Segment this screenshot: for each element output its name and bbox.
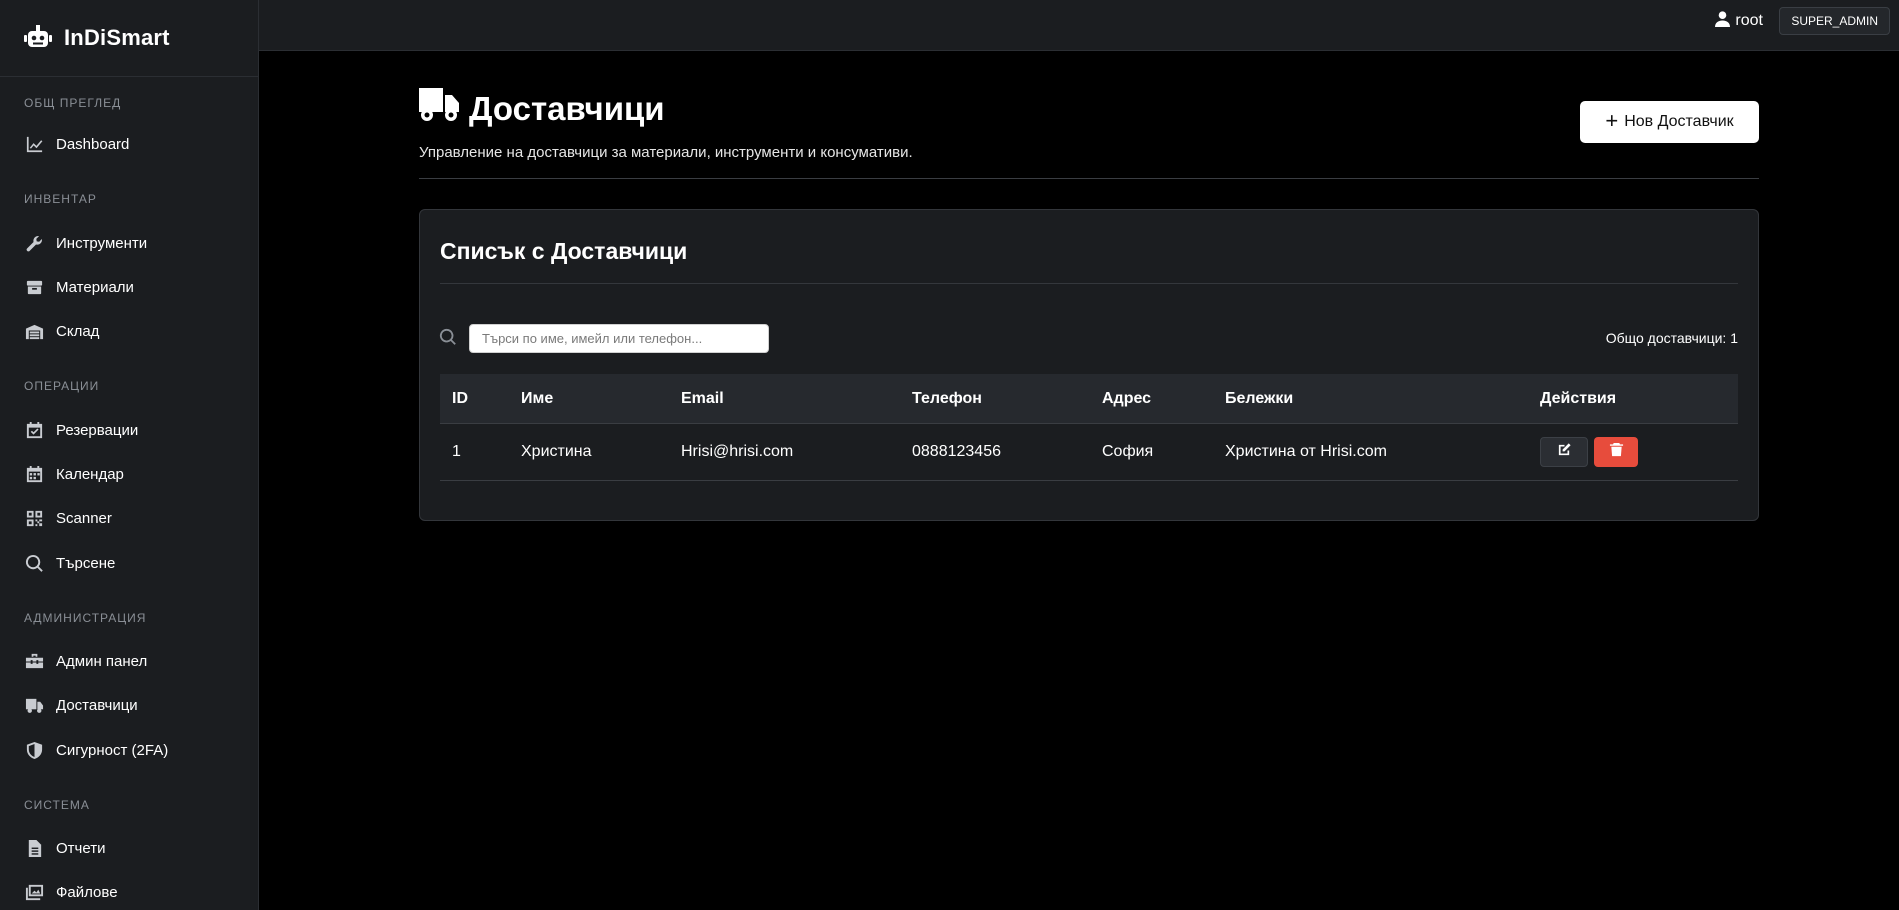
suppliers-card: Списък с Доставчици Общо доставчици: 1 I… <box>419 209 1759 521</box>
sidebar-item-reports[interactable]: Отчети <box>0 828 258 868</box>
sidebar-item-label: Резервации <box>56 421 139 439</box>
user-icon <box>1715 10 1735 32</box>
edit-button[interactable] <box>1540 437 1588 467</box>
new-supplier-button[interactable]: + Нов Доставчик <box>1580 101 1759 143</box>
sidebar-item-calendar[interactable]: Календар <box>0 454 258 494</box>
cell-email: Hrisi@hrisi.com <box>681 443 794 460</box>
wrench-icon <box>24 233 44 253</box>
app-root: InDiSmart ОБЩ ПРЕГЛЕД Dashboard ИНВЕНТАР… <box>0 0 1899 910</box>
warehouse-icon <box>24 321 44 341</box>
toolbox-icon <box>24 651 44 671</box>
sidebar-item-reservations[interactable]: Резервации <box>0 410 258 450</box>
page-title-text: Доставчици <box>469 90 665 127</box>
brand[interactable]: InDiSmart <box>0 0 258 77</box>
role-badge: SUPER_ADMIN <box>1779 7 1890 35</box>
col-header-address[interactable]: Адрес <box>1090 390 1213 408</box>
col-header-phone[interactable]: Телефон <box>900 390 1090 408</box>
calendar-check-icon <box>24 420 44 440</box>
sidebar-item-search[interactable]: Търсене <box>0 543 258 583</box>
sidebar-item-label: Календар <box>56 465 124 483</box>
sidebar-item-warehouse[interactable]: Склад <box>0 311 258 351</box>
cell-actions <box>1528 437 1738 467</box>
delete-button[interactable] <box>1594 437 1638 467</box>
sidebar: InDiSmart ОБЩ ПРЕГЛЕД Dashboard ИНВЕНТАР… <box>0 0 259 910</box>
sidebar-item-label: Материали <box>56 278 134 296</box>
sidebar-item-suppliers[interactable]: Доставчици <box>0 685 258 725</box>
edit-icon <box>1557 442 1572 462</box>
card-title: Списък с Доставчици <box>440 238 688 264</box>
sidebar-item-label: Админ панел <box>56 652 148 670</box>
qrcode-icon <box>24 508 44 528</box>
sidebar-item-dashboard[interactable]: Dashboard <box>0 124 258 164</box>
header-divider <box>419 178 1759 179</box>
nav-section-administration: АДМИНИСТРАЦИЯ <box>24 611 147 625</box>
sidebar-item-label: Отчети <box>56 839 106 857</box>
truck-icon <box>419 88 469 130</box>
col-header-actions: Действия <box>1540 389 1617 407</box>
nav-section-inventory: ИНВЕНТАР <box>24 192 97 206</box>
plus-icon: + <box>1605 108 1619 133</box>
col-header-id[interactable]: ID <box>440 390 509 408</box>
sidebar-item-label: Сигурност (2FA) <box>56 741 169 759</box>
sidebar-item-label: Склад <box>56 322 100 340</box>
sidebar-item-scanner[interactable]: Scanner <box>0 498 258 538</box>
page-title: Доставчици <box>419 88 1759 130</box>
search-icon <box>439 328 457 346</box>
sidebar-item-admin-panel[interactable]: Админ панел <box>0 641 258 681</box>
brand-name: InDiSmart <box>64 25 170 50</box>
cell-name: Христина <box>521 443 592 460</box>
sidebar-item-label: Файлове <box>56 883 118 901</box>
sidebar-item-tools[interactable]: Инструменти <box>0 223 258 263</box>
calendar-icon <box>24 464 44 484</box>
file-icon <box>24 838 44 858</box>
sidebar-item-label: Scanner <box>56 509 112 527</box>
search-icon <box>24 553 44 573</box>
cell-notes: Христина от Hrisi.com <box>1225 443 1387 460</box>
table-header: ID Име Email Телефон Адрес Бележки Дейст… <box>440 374 1738 424</box>
truck-icon <box>24 695 44 715</box>
col-header-name[interactable]: Име <box>509 390 669 408</box>
suppliers-table: ID Име Email Телефон Адрес Бележки Дейст… <box>440 374 1738 481</box>
col-header-notes[interactable]: Бележки <box>1213 390 1528 408</box>
images-icon <box>24 882 44 902</box>
sidebar-item-label: Инструменти <box>56 234 148 252</box>
chart-line-icon <box>24 134 44 154</box>
sidebar-item-label: Търсене <box>56 554 116 572</box>
search-input[interactable] <box>469 324 769 353</box>
total-count: Общо доставчици: 1 <box>1605 330 1738 346</box>
page-header: Доставчици Управление на доставчици за м… <box>419 88 1759 161</box>
cell-id: 1 <box>452 443 461 460</box>
trash-icon <box>1609 442 1624 462</box>
sidebar-item-security[interactable]: Сигурност (2FA) <box>0 730 258 770</box>
cell-address: София <box>1102 443 1154 460</box>
nav-section-operations: ОПЕРАЦИИ <box>24 379 100 393</box>
card-divider <box>440 283 1738 284</box>
page-subtitle: Управление на доставчици за материали, и… <box>419 144 913 161</box>
sidebar-item-label: Доставчици <box>56 696 138 714</box>
box-icon <box>24 277 44 297</box>
username: root <box>1735 12 1763 29</box>
cell-phone: 0888123456 <box>912 443 1001 460</box>
sidebar-item-label: Dashboard <box>56 135 130 153</box>
table-row: 1 Христина Hrisi@hrisi.com 0888123456 Со… <box>440 424 1738 481</box>
robot-icon <box>24 23 64 54</box>
nav-section-system: СИСТЕМА <box>24 798 90 812</box>
shield-icon <box>24 740 44 760</box>
sidebar-item-materials[interactable]: Материали <box>0 267 258 307</box>
user-menu[interactable]: root <box>1715 10 1763 32</box>
nav-section-overview: ОБЩ ПРЕГЛЕД <box>24 96 122 110</box>
topbar: root SUPER_ADMIN <box>259 0 1899 51</box>
sidebar-item-files[interactable]: Файлове <box>0 872 258 910</box>
new-supplier-label: Нов Доставчик <box>1624 113 1734 130</box>
col-header-email[interactable]: Email <box>669 390 900 408</box>
